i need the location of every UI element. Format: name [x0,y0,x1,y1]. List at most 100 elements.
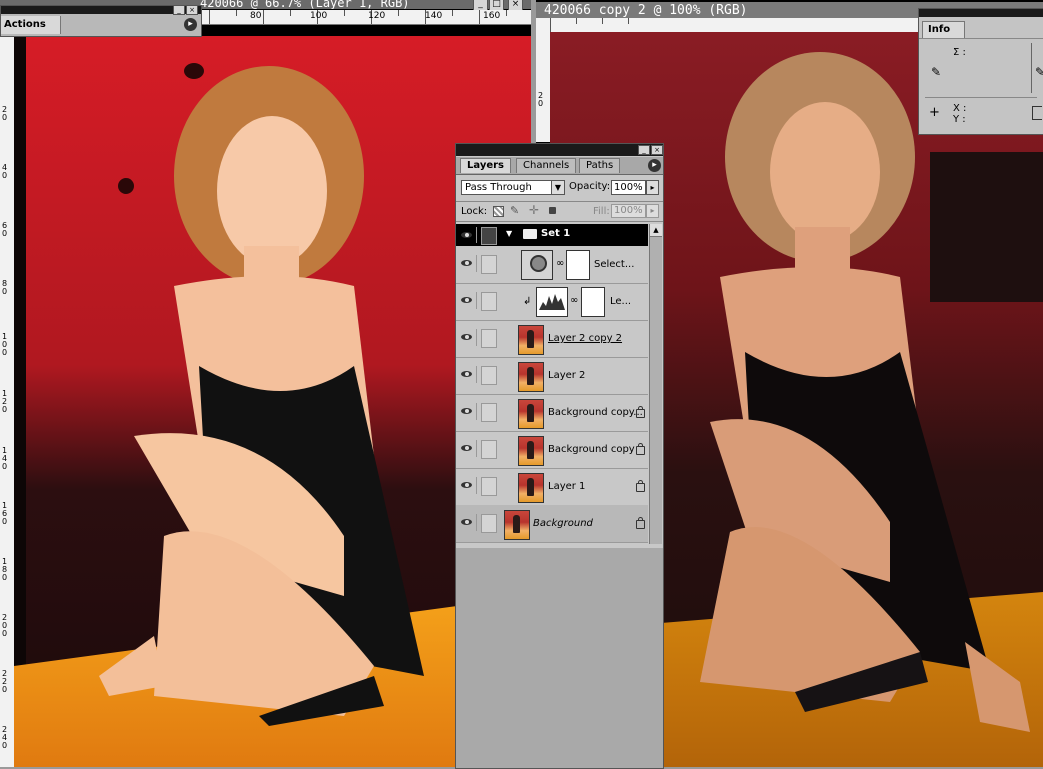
chain-link-icon: ∞ [556,258,565,269]
lock-transparency-icon[interactable] [493,206,504,217]
visibility-eye-icon[interactable] [459,329,477,346]
lock-move-icon[interactable]: ✛ [529,203,539,217]
layers-panel-close-button[interactable]: × [651,145,663,155]
layers-scrollbar[interactable]: ▲ [649,224,662,544]
visibility-eye-icon[interactable] [459,477,477,494]
tab-layers-label: Layers [467,160,504,171]
opacity-label: Opacity: [569,181,611,192]
size-frame-icon [1032,106,1042,120]
lock-icon [636,406,645,418]
info-tab[interactable]: Info [922,21,965,38]
visibility-eye-icon[interactable] [459,514,477,531]
layer-name: Layer 1 [548,481,586,492]
vruler-label: 40 [2,163,8,180]
lock-label: Lock: [461,206,488,217]
scroll-up-button[interactable]: ▲ [650,224,662,237]
layer-row[interactable]: Background copy [456,431,648,469]
info-panel-head[interactable] [919,9,1043,17]
layer-name: Select... [594,259,635,270]
info-panel[interactable]: Info Σ : ✎ ✎ + X : Y : [918,8,1043,135]
vruler-label: 20 [2,105,8,122]
vruler-label: 140 [2,446,8,471]
fill-value: 100% [614,205,643,216]
visibility-eye-icon[interactable] [459,227,477,243]
right-window-title: 420066 copy 2 @ 100% (RGB) [544,3,748,18]
tab-layers[interactable]: Layers [460,158,511,173]
visibility-eye-icon[interactable] [459,440,477,457]
layer-thumbnail [518,399,544,429]
left-vertical-ruler: 20 40 60 80 100 120 140 160 180 200 220 … [0,36,15,767]
opacity-slider-button[interactable]: ▸ [646,180,659,195]
actions-tab-label: Actions [4,19,46,30]
layer-row[interactable]: ∞ Select... [456,246,648,284]
actions-panel-head[interactable] [1,6,201,14]
fill-slider-button[interactable]: ▸ [646,204,659,218]
layer-name: Background [533,518,593,529]
layer-mask-thumbnail [581,287,605,317]
opacity-value: 100% [614,182,643,193]
disclosure-triangle-icon[interactable]: ▼ [506,229,512,238]
info-x-label: X : [953,103,967,114]
tab-paths[interactable]: Paths [579,158,621,173]
ruler-label: 100 [310,11,328,21]
tab-paths-label: Paths [586,160,614,171]
actions-menu-button[interactable]: ▸ [184,18,197,31]
opacity-field[interactable]: 100% [611,180,646,195]
visibility-eye-icon[interactable] [459,366,477,383]
layer-row[interactable]: Background copy... [456,394,648,432]
vruler-label: 200 [2,613,8,638]
layers-panel-head[interactable] [456,144,663,156]
layer-row[interactable]: Layer 1 [456,468,648,506]
layers-panel-collapse-button[interactable]: _ [638,145,650,155]
layer-thumbnail [504,510,530,540]
visibility-eye-icon[interactable] [459,292,477,309]
link-checkbox[interactable] [481,514,497,533]
link-checkbox[interactable] [481,477,497,496]
layer-name: Layer 2 [548,370,586,381]
eyedropper-icon: ✎ [931,65,942,79]
actions-tab[interactable]: Actions [1,16,61,34]
lock-all-icon[interactable] [549,207,556,214]
vruler-label: 20 [538,91,544,108]
link-checkbox[interactable] [481,292,497,311]
layers-empty-area [456,548,663,768]
tab-channels[interactable]: Channels [516,158,577,173]
blend-mode-value: Pass Through [465,182,532,193]
layer-row-background[interactable]: Background [456,505,648,543]
blend-mode-select[interactable]: Pass Through ▼ [461,180,565,195]
lock-icon [636,443,645,455]
visibility-eye-icon[interactable] [459,403,477,420]
link-checkbox[interactable] [481,227,497,245]
link-checkbox[interactable] [481,403,497,422]
actions-panel-close-button[interactable]: × [186,5,198,15]
link-checkbox[interactable] [481,329,497,348]
adjustment-thumbnail-icon [521,250,553,280]
actions-panel-collapse-button[interactable]: _ [173,5,185,15]
left-canvas-image[interactable] [14,36,531,767]
layer-name: Background copy [548,444,635,455]
layer-set-name: Set 1 [541,228,571,239]
layer-mask-thumbnail [566,250,590,280]
levels-thumbnail-icon [536,287,568,317]
link-checkbox[interactable] [481,255,497,274]
link-checkbox[interactable] [481,366,497,385]
layer-list[interactable]: ▼ Set 1 ∞ Select... ↲ ∞ Le... Layer 2 co… [456,222,648,547]
layer-set-row[interactable]: ▼ Set 1 [456,224,648,246]
layer-row[interactable]: Layer 2 copy 2 [456,320,648,358]
info-y-label: Y : [953,114,966,125]
vruler-label: 60 [2,221,8,238]
lock-icon [636,517,645,529]
actions-panel[interactable]: _ × Actions ▸ [0,5,202,37]
ruler-label: 140 [425,11,443,21]
layers-panel[interactable]: _ × Layers Channels Paths ▸ Pass Through… [455,143,664,769]
layers-menu-button[interactable]: ▸ [648,159,661,172]
visibility-eye-icon[interactable] [459,255,477,272]
layer-row[interactable]: ↲ ∞ Le... [456,283,648,321]
link-checkbox[interactable] [481,440,497,459]
layer-row[interactable]: Layer 2 [456,357,648,395]
fill-field[interactable]: 100% [611,204,646,218]
right-vertical-ruler: 20 [536,32,551,142]
left-document-window[interactable]: 420066 @ 66.7% (Layer 1, RGB) _ □ × 80 1… [0,0,531,767]
vruler-label: 160 [2,501,8,526]
lock-brush-icon[interactable]: ✎ [510,204,519,217]
